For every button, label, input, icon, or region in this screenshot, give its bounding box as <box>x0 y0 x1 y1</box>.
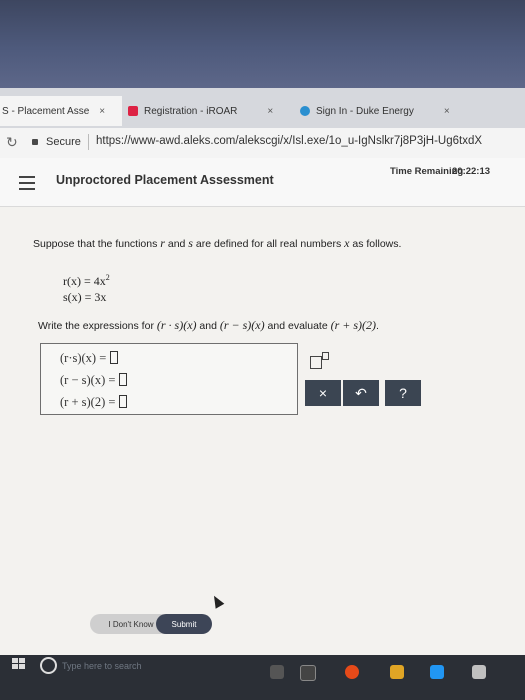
answer-row-product: (r·s)(x) = <box>60 351 119 366</box>
url-field[interactable]: https://www-awd.aleks.com/alekscgi/x/Isl… <box>96 135 482 147</box>
secure-label[interactable]: Secure <box>46 136 81 148</box>
submit-button[interactable]: Submit <box>156 614 212 634</box>
iroar-icon <box>128 106 138 116</box>
store-icon[interactable] <box>430 665 444 679</box>
reload-icon[interactable]: ↻ <box>6 134 18 151</box>
function-definitions: r(x) = 4x2 s(x) = 3x <box>63 270 110 305</box>
tab-placement-assessment[interactable]: S - Placement Asse × <box>0 96 122 126</box>
undo-button[interactable]: ↶ <box>343 380 379 406</box>
close-icon[interactable]: × <box>267 106 273 117</box>
help-button[interactable]: ? <box>385 380 421 406</box>
tab-registration[interactable]: Registration - iROAR × <box>128 96 288 126</box>
divider <box>88 134 89 150</box>
tab-label: Sign In - Duke Energy <box>316 105 414 117</box>
answer-input-sum[interactable] <box>119 395 128 408</box>
tab-duke-energy[interactable]: Sign In - Duke Energy × <box>300 96 475 126</box>
close-icon[interactable]: × <box>99 106 105 117</box>
question-prompt: Suppose that the functions r and s are d… <box>33 236 402 250</box>
tab-label: S - Placement Asse <box>2 105 90 117</box>
edge-icon[interactable] <box>300 665 316 681</box>
lock-icon <box>32 139 38 145</box>
file-explorer-icon[interactable] <box>390 665 404 679</box>
app-icon[interactable] <box>472 665 486 679</box>
answer-input-product[interactable] <box>110 351 119 364</box>
answer-row-sum: (r + s)(2) = <box>60 395 128 410</box>
clear-button[interactable]: × <box>305 380 341 406</box>
answer-input-difference[interactable] <box>119 373 128 386</box>
close-icon[interactable]: × <box>444 106 450 117</box>
windows-start-icon[interactable] <box>12 658 26 670</box>
cortana-icon[interactable] <box>40 657 57 674</box>
page-title: Unproctored Placement Assessment <box>56 173 274 187</box>
tab-label: Registration - iROAR <box>144 105 238 117</box>
mouse-cursor-icon <box>209 593 225 609</box>
time-remaining-value: 20:22:13 <box>452 166 491 177</box>
taskbar-search-input[interactable]: Type here to search <box>62 661 142 671</box>
answer-row-difference: (r − s)(x) = <box>60 373 128 388</box>
chrome-icon[interactable] <box>345 665 359 679</box>
task-instruction: Write the expressions for (r · s)(x) and… <box>38 318 379 332</box>
task-view-icon[interactable] <box>270 665 284 679</box>
definition-r: r(x) = 4x2 <box>63 273 110 288</box>
screen: S - Placement Asse × Registration - iROA… <box>0 0 525 655</box>
monitor-bezel <box>0 0 525 88</box>
definition-s: s(x) = 3x <box>63 290 107 304</box>
duke-energy-icon <box>300 106 310 116</box>
exponent-button[interactable] <box>310 352 330 369</box>
menu-icon[interactable] <box>19 176 35 194</box>
